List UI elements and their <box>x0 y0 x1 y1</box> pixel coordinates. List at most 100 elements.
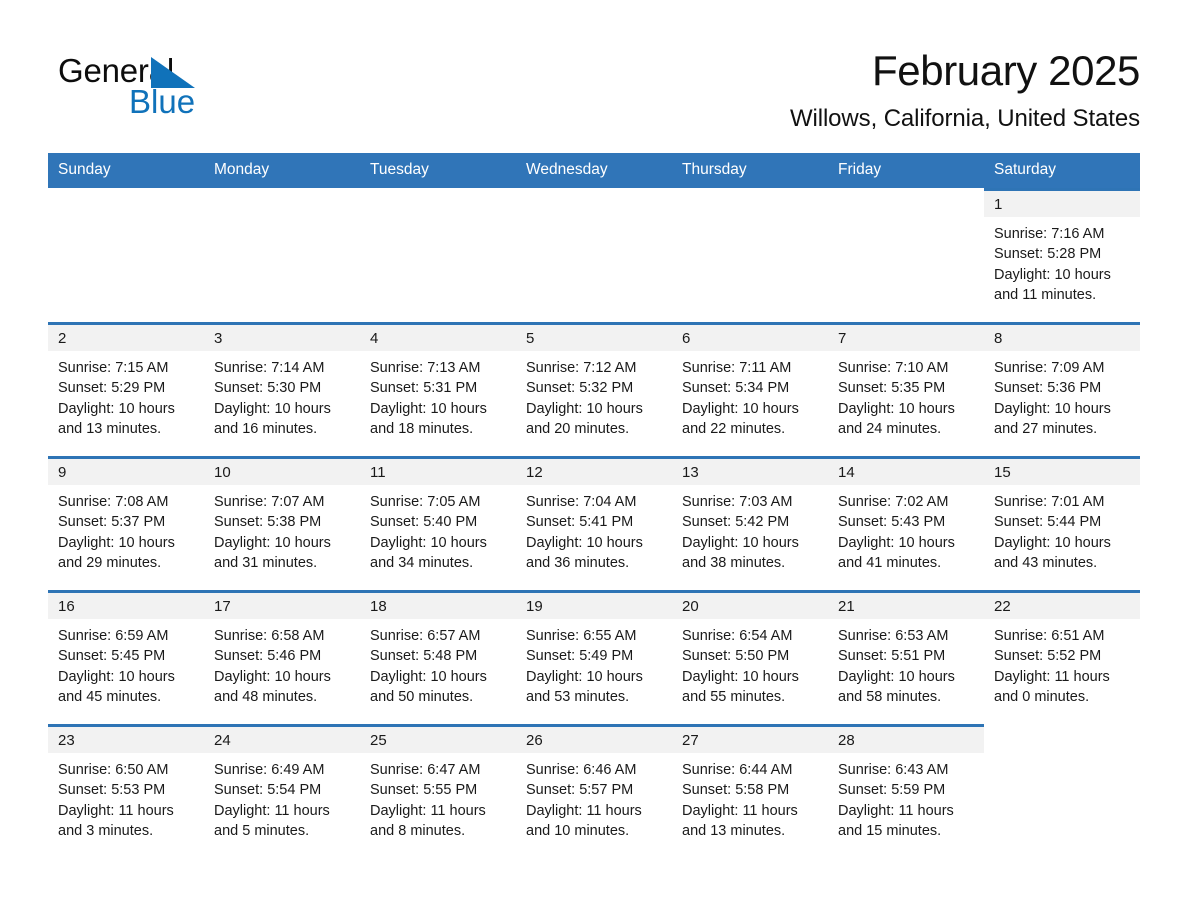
calendar-day-cell[interactable]: 5 Sunrise: 7:12 AM Sunset: 5:32 PM Daylight… <box>516 322 672 444</box>
calendar-day-cell[interactable]: 2 Sunrise: 7:15 AM Sunset: 5:29 PM Daylight… <box>48 322 204 444</box>
day-detail: Sunrise: 6:47 AM Sunset: 5:55 PM Daylight:… <box>360 753 516 841</box>
day-number: 1 <box>994 196 1003 214</box>
day-number-strip: 13 <box>672 456 828 486</box>
sunset-text: Sunset: 5:45 PM <box>58 648 166 665</box>
calendar-day-cell[interactable]: 15 Sunrise: 7:01 AM Sunset: 5:44 PM Dayligh… <box>984 456 1140 578</box>
day-number-strip: 24 <box>204 724 360 754</box>
sunrise-text: Sunrise: 7:12 AM <box>526 360 637 377</box>
sunrise-text: Sunrise: 6:50 AM <box>58 762 169 779</box>
sunset-text: Sunset: 5:59 PM <box>838 782 946 799</box>
day-number: 28 <box>838 732 855 750</box>
day-detail: Sunrise: 7:02 AM Sunset: 5:43 PM Daylight:… <box>828 485 984 573</box>
daylight-text-line1: Daylight: 10 hours <box>682 534 799 551</box>
sunset-text: Sunset: 5:50 PM <box>682 648 790 665</box>
calendar-day-cell[interactable]: 1 Sunrise: 7:16 AM Sunset: 5:28 PM Daylight… <box>984 188 1140 310</box>
daylight-text-line1: Daylight: 11 hours <box>370 802 486 819</box>
calendar-day-cell[interactable]: 26 Sunrise: 6:46 AM Sunset: 5:57 PM Dayligh… <box>516 724 672 846</box>
day-number-strip: 28 <box>828 724 984 754</box>
day-detail: Sunrise: 6:43 AM Sunset: 5:59 PM Daylight:… <box>828 753 984 841</box>
daylight-text-line2: and 15 minutes. <box>838 822 942 839</box>
calendar-day-cell[interactable]: 11 Sunrise: 7:05 AM Sunset: 5:40 PM Dayligh… <box>360 456 516 578</box>
day-detail: Sunrise: 7:13 AM Sunset: 5:31 PM Daylight:… <box>360 351 516 439</box>
daylight-text-line2: and 13 minutes. <box>58 420 162 437</box>
day-number: 27 <box>682 732 699 750</box>
calendar-day-cell[interactable]: 18 Sunrise: 6:57 AM Sunset: 5:48 PM Dayligh… <box>360 590 516 712</box>
sunrise-text: Sunrise: 7:15 AM <box>58 360 169 377</box>
daylight-text-line1: Daylight: 11 hours <box>682 802 798 819</box>
sunset-text: Sunset: 5:55 PM <box>370 782 478 799</box>
calendar-day-cell[interactable]: 10 Sunrise: 7:07 AM Sunset: 5:38 PM Dayligh… <box>204 456 360 578</box>
sunrise-text: Sunrise: 6:57 AM <box>370 628 481 645</box>
weekday-header-sunday: Sunday <box>58 161 111 179</box>
calendar-week-row: 16 Sunrise: 6:59 AM Sunset: 5:45 PM Dayligh… <box>48 590 1140 712</box>
sunset-text: Sunset: 5:38 PM <box>214 514 322 531</box>
daylight-text-line1: Daylight: 10 hours <box>526 400 643 417</box>
calendar-day-cell[interactable]: 9 Sunrise: 7:08 AM Sunset: 5:37 PM Daylight… <box>48 456 204 578</box>
weekday-header-friday: Friday <box>838 161 882 179</box>
calendar-day-cell[interactable]: 6 Sunrise: 7:11 AM Sunset: 5:34 PM Daylight… <box>672 322 828 444</box>
daylight-text-line2: and 45 minutes. <box>58 688 162 705</box>
calendar-day-cell[interactable]: 14 Sunrise: 7:02 AM Sunset: 5:43 PM Dayligh… <box>828 456 984 578</box>
daylight-text-line1: Daylight: 10 hours <box>526 534 643 551</box>
day-detail: Sunrise: 7:05 AM Sunset: 5:40 PM Daylight:… <box>360 485 516 573</box>
daylight-text-line1: Daylight: 10 hours <box>994 266 1111 283</box>
calendar-day-cell[interactable]: 24 Sunrise: 6:49 AM Sunset: 5:54 PM Dayligh… <box>204 724 360 846</box>
daylight-text-line1: Daylight: 10 hours <box>526 668 643 685</box>
day-detail: Sunrise: 7:04 AM Sunset: 5:41 PM Daylight:… <box>516 485 672 573</box>
sunrise-text: Sunrise: 6:59 AM <box>58 628 169 645</box>
calendar-day-cell[interactable]: 22 Sunrise: 6:51 AM Sunset: 5:52 PM Dayligh… <box>984 590 1140 712</box>
sunset-text: Sunset: 5:43 PM <box>838 514 946 531</box>
day-number-strip: 15 <box>984 456 1140 486</box>
day-number-strip <box>984 724 1140 753</box>
daylight-text-line1: Daylight: 10 hours <box>58 534 175 551</box>
daylight-text-line2: and 10 minutes. <box>526 822 630 839</box>
day-number: 26 <box>526 732 543 750</box>
day-detail: Sunrise: 7:09 AM Sunset: 5:36 PM Daylight:… <box>984 351 1140 439</box>
calendar-day-cell[interactable]: 3 Sunrise: 7:14 AM Sunset: 5:30 PM Daylight… <box>204 322 360 444</box>
calendar-day-cell[interactable]: 27 Sunrise: 6:44 AM Sunset: 5:58 PM Dayligh… <box>672 724 828 846</box>
calendar-day-cell[interactable]: 21 Sunrise: 6:53 AM Sunset: 5:51 PM Dayligh… <box>828 590 984 712</box>
daylight-text-line1: Daylight: 11 hours <box>58 802 174 819</box>
sunset-text: Sunset: 5:32 PM <box>526 380 634 397</box>
calendar-day-cell[interactable]: 25 Sunrise: 6:47 AM Sunset: 5:55 PM Dayligh… <box>360 724 516 846</box>
day-number-strip: 7 <box>828 322 984 352</box>
sunrise-text: Sunrise: 6:49 AM <box>214 762 325 779</box>
day-number: 13 <box>682 464 699 482</box>
day-number: 16 <box>58 598 75 616</box>
day-number-strip: 21 <box>828 590 984 620</box>
calendar-day-cell[interactable]: 20 Sunrise: 6:54 AM Sunset: 5:50 PM Dayligh… <box>672 590 828 712</box>
calendar-day-cell[interactable]: 19 Sunrise: 6:55 AM Sunset: 5:49 PM Dayligh… <box>516 590 672 712</box>
day-number-strip: 12 <box>516 456 672 486</box>
daylight-text-line2: and 11 minutes. <box>994 286 1097 303</box>
calendar-day-cell[interactable]: 13 Sunrise: 7:03 AM Sunset: 5:42 PM Dayligh… <box>672 456 828 578</box>
day-detail: Sunrise: 7:16 AM Sunset: 5:28 PM Daylight:… <box>984 217 1140 305</box>
sunrise-text: Sunrise: 7:16 AM <box>994 226 1105 243</box>
calendar-day-cell[interactable]: 4 Sunrise: 7:13 AM Sunset: 5:31 PM Daylight… <box>360 322 516 444</box>
day-number-strip: 27 <box>672 724 828 754</box>
calendar-day-cell[interactable]: 7 Sunrise: 7:10 AM Sunset: 5:35 PM Daylight… <box>828 322 984 444</box>
sunrise-text: Sunrise: 6:43 AM <box>838 762 949 779</box>
day-detail: Sunrise: 7:12 AM Sunset: 5:32 PM Daylight:… <box>516 351 672 439</box>
calendar-day-cell[interactable]: 8 Sunrise: 7:09 AM Sunset: 5:36 PM Daylight… <box>984 322 1140 444</box>
day-number-strip: 9 <box>48 456 204 486</box>
sunset-text: Sunset: 5:52 PM <box>994 648 1102 665</box>
sunrise-text: Sunrise: 7:10 AM <box>838 360 949 377</box>
calendar-day-cell[interactable]: 16 Sunrise: 6:59 AM Sunset: 5:45 PM Dayligh… <box>48 590 204 712</box>
daylight-text-line2: and 48 minutes. <box>214 688 318 705</box>
daylight-text-line1: Daylight: 10 hours <box>214 668 331 685</box>
calendar-day-cell[interactable]: 23 Sunrise: 6:50 AM Sunset: 5:53 PM Dayligh… <box>48 724 204 846</box>
calendar-day-cell[interactable]: 28 Sunrise: 6:43 AM Sunset: 5:59 PM Dayligh… <box>828 724 984 846</box>
calendar-day-cell[interactable]: 17 Sunrise: 6:58 AM Sunset: 5:46 PM Dayligh… <box>204 590 360 712</box>
day-number-strip: 10 <box>204 456 360 486</box>
day-number-strip: 26 <box>516 724 672 754</box>
calendar-cell-empty <box>828 188 984 310</box>
daylight-text-line2: and 29 minutes. <box>58 554 162 571</box>
sunrise-text: Sunrise: 7:07 AM <box>214 494 325 511</box>
daylight-text-line2: and 24 minutes. <box>838 420 942 437</box>
sunrise-text: Sunrise: 7:11 AM <box>682 360 792 377</box>
calendar-day-cell[interactable]: 12 Sunrise: 7:04 AM Sunset: 5:41 PM Dayligh… <box>516 456 672 578</box>
sunrise-text: Sunrise: 7:02 AM <box>838 494 949 511</box>
day-number-strip: 22 <box>984 590 1140 620</box>
sunset-text: Sunset: 5:44 PM <box>994 514 1102 531</box>
day-number-strip: 19 <box>516 590 672 620</box>
